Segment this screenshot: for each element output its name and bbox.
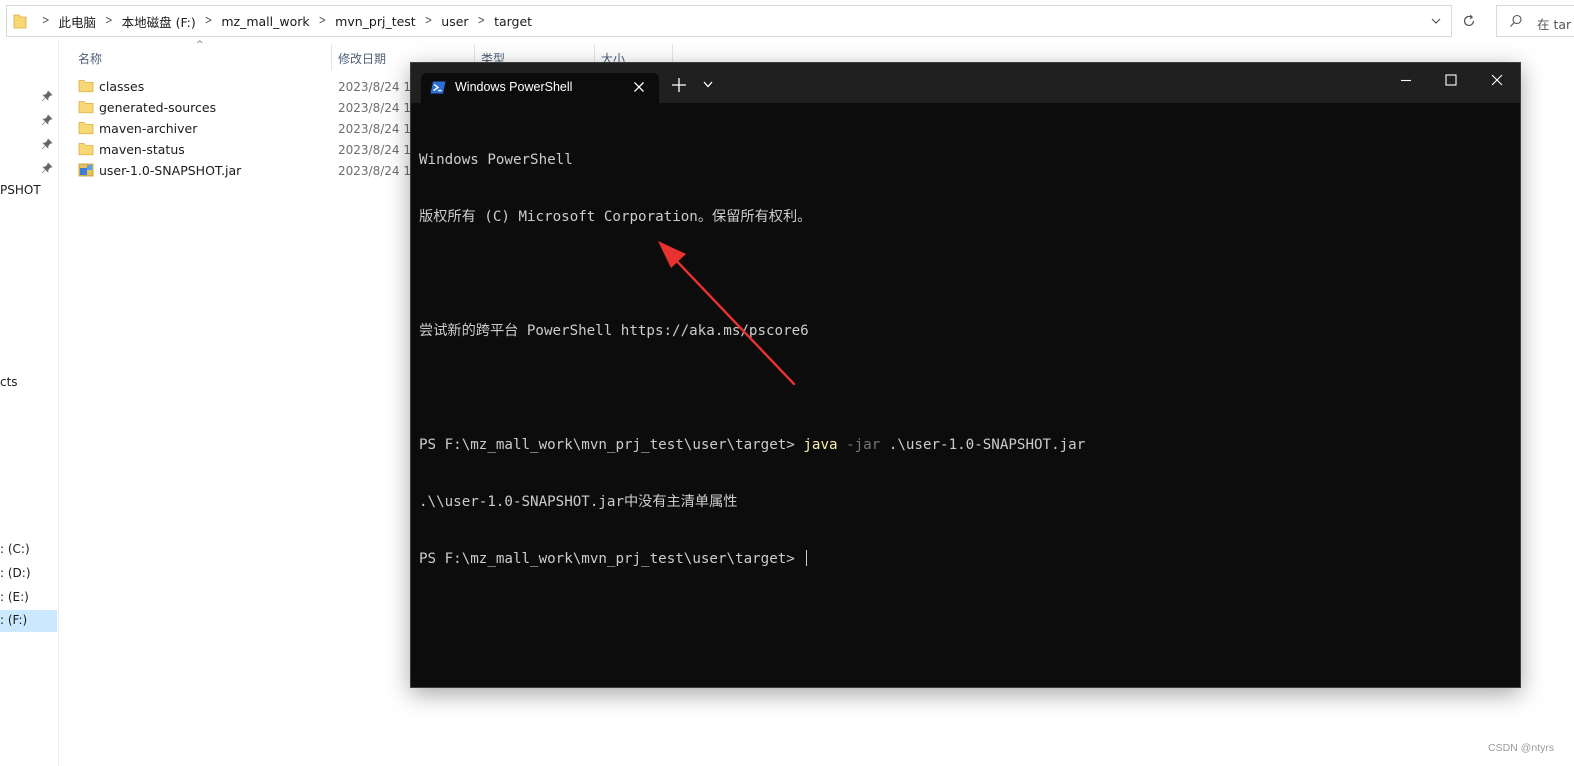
pin-icon[interactable]: [41, 114, 53, 126]
maximize-icon[interactable]: [1444, 73, 1458, 87]
file-modified: 2023/8/24 17: [338, 101, 419, 115]
column-divider[interactable]: [331, 44, 332, 70]
chevron-right-icon[interactable]: >: [310, 14, 336, 28]
minimize-icon[interactable]: [1399, 73, 1413, 87]
console-line-error: .\\user-1.0-SNAPSHOT.jar中没有主清单属性: [419, 494, 738, 510]
refresh-button[interactable]: [1455, 5, 1483, 37]
chevron-right-icon[interactable]: >: [469, 14, 495, 28]
breadcrumb: > 此电脑 > 本地磁盘 (F:) > mz_mall_work > mvn_p…: [33, 6, 532, 36]
tab-title: Windows PowerShell: [455, 80, 573, 94]
file-name: user-1.0-SNAPSHOT.jar: [99, 163, 242, 178]
console-prompt: PS F:\mz_mall_work\mvn_prj_test\user\tar…: [419, 437, 804, 453]
search-icon: [1510, 14, 1522, 27]
nav-item-drive-e[interactable]: : (E:): [0, 590, 29, 604]
console-command-parameter: -jar: [846, 437, 881, 453]
file-name: maven-archiver: [99, 121, 198, 136]
console-command-name: java: [803, 437, 838, 453]
console-output[interactable]: Windows PowerShell 版权所有 (C) Microsoft Co…: [419, 113, 1512, 607]
chevron-down-icon[interactable]: [1431, 16, 1441, 26]
powershell-window[interactable]: Windows PowerShell Windows PowerShell 版权…: [410, 62, 1521, 688]
powershell-titlebar[interactable]: Windows PowerShell: [411, 63, 1520, 103]
chevron-right-icon[interactable]: >: [196, 14, 222, 28]
nav-item-drive-d[interactable]: : (D:): [0, 566, 31, 580]
console-line-command: PS F:\mz_mall_work\mvn_prj_test\user\tar…: [419, 436, 1512, 455]
console-prompt: PS F:\mz_mall_work\mvn_prj_test\user\tar…: [419, 551, 804, 567]
watermark: CSDN @ntyrs: [1488, 742, 1555, 754]
breadcrumb-mz-mall-work[interactable]: mz_mall_work: [221, 14, 309, 29]
folder-icon: [78, 80, 94, 93]
navigation-pane: PSHOT cts : (C:) : (D:) : (E:) : (F:): [0, 40, 59, 766]
close-window-icon[interactable]: [1490, 73, 1504, 87]
file-modified: 2023/8/24 17: [338, 143, 419, 157]
file-modified: 2023/8/24 17: [338, 164, 419, 178]
column-header-name[interactable]: 名称: [78, 50, 102, 76]
breadcrumb-mvn-prj-test[interactable]: mvn_prj_test: [335, 14, 416, 29]
folder-icon: [13, 14, 27, 29]
annotation-arrow-icon: [658, 241, 796, 386]
tab-windows-powershell[interactable]: Windows PowerShell: [421, 73, 659, 103]
sort-ascending-icon: ^: [196, 40, 204, 50]
pin-icon[interactable]: [41, 162, 53, 174]
nav-item-drive-f-selected[interactable]: : (F:): [0, 610, 57, 632]
console-line-banner: Windows PowerShell: [419, 152, 573, 168]
new-tab-icon[interactable]: [671, 77, 687, 93]
file-modified: 2023/8/24 17: [338, 122, 419, 136]
nav-item-drive-f: : (F:): [0, 613, 28, 627]
nav-item-drive-c[interactable]: : (C:): [0, 542, 30, 556]
nav-item-projects[interactable]: cts: [0, 375, 18, 389]
close-tab-icon[interactable]: [633, 81, 645, 93]
chevron-right-icon[interactable]: >: [416, 14, 442, 28]
console-line-prompt: PS F:\mz_mall_work\mvn_prj_test\user\tar…: [419, 550, 1512, 569]
breadcrumb-drive-f[interactable]: 本地磁盘 (F:): [122, 12, 196, 31]
breadcrumb-target[interactable]: target: [494, 14, 532, 29]
text-cursor: [806, 550, 808, 566]
pin-icon[interactable]: [41, 90, 53, 102]
search-input[interactable]: 在 tar: [1496, 5, 1574, 37]
file-name: generated-sources: [99, 100, 217, 115]
address-bar[interactable]: > 此电脑 > 本地磁盘 (F:) > mz_mall_work > mvn_p…: [6, 5, 1452, 37]
console-line-copyright: 版权所有 (C) Microsoft Corporation。保留所有权利。: [419, 209, 812, 225]
console-command-argument: .\user-1.0-SNAPSHOT.jar: [888, 437, 1086, 453]
file-modified: 2023/8/24 17: [338, 80, 419, 94]
chevron-down-icon[interactable]: [703, 81, 713, 88]
console-line-pscore: 尝试新的跨平台 PowerShell https://aka.ms/pscore…: [419, 323, 809, 339]
folder-icon: [78, 143, 94, 156]
file-name: classes: [99, 79, 145, 94]
column-header-modified[interactable]: 修改日期: [338, 50, 386, 76]
nav-item-snapshot[interactable]: PSHOT: [0, 183, 41, 197]
refresh-icon: [1463, 14, 1475, 27]
breadcrumb-this-pc[interactable]: 此电脑: [59, 12, 97, 31]
file-name: maven-status: [99, 142, 185, 157]
folder-icon: [78, 122, 94, 135]
powershell-icon: [430, 81, 446, 94]
pin-icon[interactable]: [41, 138, 53, 150]
jar-file-icon: [78, 163, 94, 177]
chevron-right-icon[interactable]: >: [96, 14, 122, 28]
chevron-right-icon[interactable]: >: [33, 14, 59, 28]
search-placeholder: 在 tar: [1537, 17, 1572, 32]
folder-icon: [78, 101, 94, 114]
breadcrumb-user[interactable]: user: [441, 14, 468, 29]
